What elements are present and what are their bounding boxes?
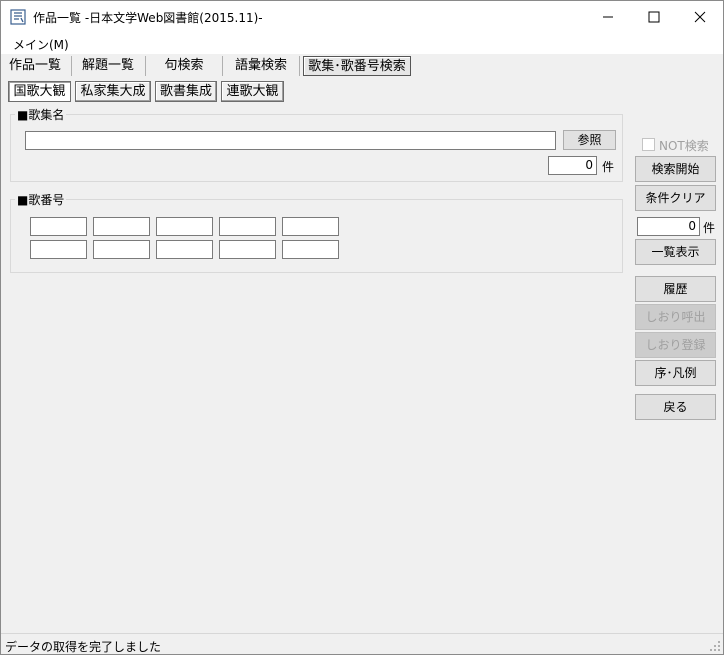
kaban-field[interactable] (156, 217, 213, 236)
app-window: 作品一覧 -日本文学Web図書館(2015.11)- メイン(M) 作品一覧 解… (0, 0, 724, 655)
subtab-kasho-shusei[interactable]: 歌書集成 (155, 81, 217, 102)
kaban-group (10, 199, 623, 273)
tab-divider (299, 56, 300, 76)
kaban-field[interactable] (93, 240, 150, 259)
maximize-icon (648, 11, 660, 23)
bookmark-save-label: しおり登録 (645, 338, 706, 352)
close-icon (694, 11, 706, 23)
subtab-renga-taikan[interactable]: 連歌大観 (221, 81, 284, 102)
clear-conditions-button[interactable]: 条件クリア (635, 185, 716, 211)
tab-divider (222, 56, 223, 76)
main-tabs: 作品一覧 解題一覧 句検索 語彙検索 歌集･歌番号検索 (1, 54, 723, 78)
browse-button-label: 参照 (577, 133, 602, 147)
tab-works-list[interactable]: 作品一覧 (5, 56, 65, 76)
not-search-label: NOT検索 (659, 139, 709, 153)
kaban-field[interactable] (93, 217, 150, 236)
bookmark-open-label: しおり呼出 (645, 310, 706, 324)
kaban-field[interactable] (156, 240, 213, 259)
tab-divider (145, 56, 146, 76)
tab-kashu-number-search[interactable]: 歌集･歌番号検索 (303, 56, 411, 76)
preface-label: 序･凡例 (654, 366, 697, 380)
book-app-icon (10, 9, 26, 25)
search-start-button[interactable]: 検索開始 (635, 156, 716, 182)
status-bar: データの取得を完了しました (1, 633, 723, 654)
kaban-field[interactable] (219, 240, 276, 259)
kashu-name-group-title: ■歌集名 (15, 106, 67, 123)
bookmark-save-button[interactable]: しおり登録 (635, 332, 716, 358)
subtab-kokka-taikan[interactable]: 国歌大観 (8, 81, 71, 102)
kashu-name-input[interactable] (25, 131, 556, 150)
close-button[interactable] (677, 1, 723, 32)
tab-commentary-list[interactable]: 解題一覧 (77, 56, 139, 76)
history-button[interactable]: 履歴 (635, 276, 716, 302)
history-label: 履歴 (663, 282, 688, 296)
preface-button[interactable]: 序･凡例 (635, 360, 716, 386)
kaban-field[interactable] (282, 217, 339, 236)
result-count-field: 0 (637, 217, 700, 236)
kaban-field[interactable] (30, 217, 87, 236)
kaban-group-title: ■歌番号 (15, 191, 67, 208)
browse-button[interactable]: 参照 (563, 130, 616, 150)
clear-conditions-label: 条件クリア (645, 191, 706, 205)
kashu-count-unit: 件 (602, 160, 615, 174)
bookmark-open-button[interactable]: しおり呼出 (635, 304, 716, 330)
minimize-button[interactable] (585, 1, 631, 32)
kashu-count-field: 0 (548, 156, 597, 175)
maximize-button[interactable] (631, 1, 677, 32)
menu-main[interactable]: メイン(M) (13, 36, 69, 53)
tab-vocabulary-search[interactable]: 語彙検索 (229, 56, 293, 76)
minimize-icon (603, 16, 613, 18)
list-view-label: 一覧表示 (651, 245, 700, 259)
menu-bar: メイン(M) (1, 32, 723, 54)
status-text: データの取得を完了しました (5, 640, 162, 654)
subtab-shikashu-taisei[interactable]: 私家集大成 (75, 81, 151, 102)
kaban-field[interactable] (30, 240, 87, 259)
resize-grip-icon[interactable] (709, 640, 721, 652)
window-title: 作品一覧 -日本文学Web図書館(2015.11)- (33, 11, 263, 25)
search-start-label: 検索開始 (651, 162, 700, 176)
tab-phrase-search[interactable]: 句検索 (153, 56, 215, 76)
list-view-button[interactable]: 一覧表示 (635, 239, 716, 265)
title-bar[interactable]: 作品一覧 -日本文学Web図書館(2015.11)- (1, 1, 723, 32)
result-count-unit: 件 (703, 221, 716, 235)
back-label: 戻る (663, 400, 688, 414)
back-button[interactable]: 戻る (635, 394, 716, 420)
not-search-checkbox[interactable] (642, 138, 655, 151)
kaban-field[interactable] (219, 217, 276, 236)
kaban-field[interactable] (282, 240, 339, 259)
tab-divider (71, 56, 72, 76)
